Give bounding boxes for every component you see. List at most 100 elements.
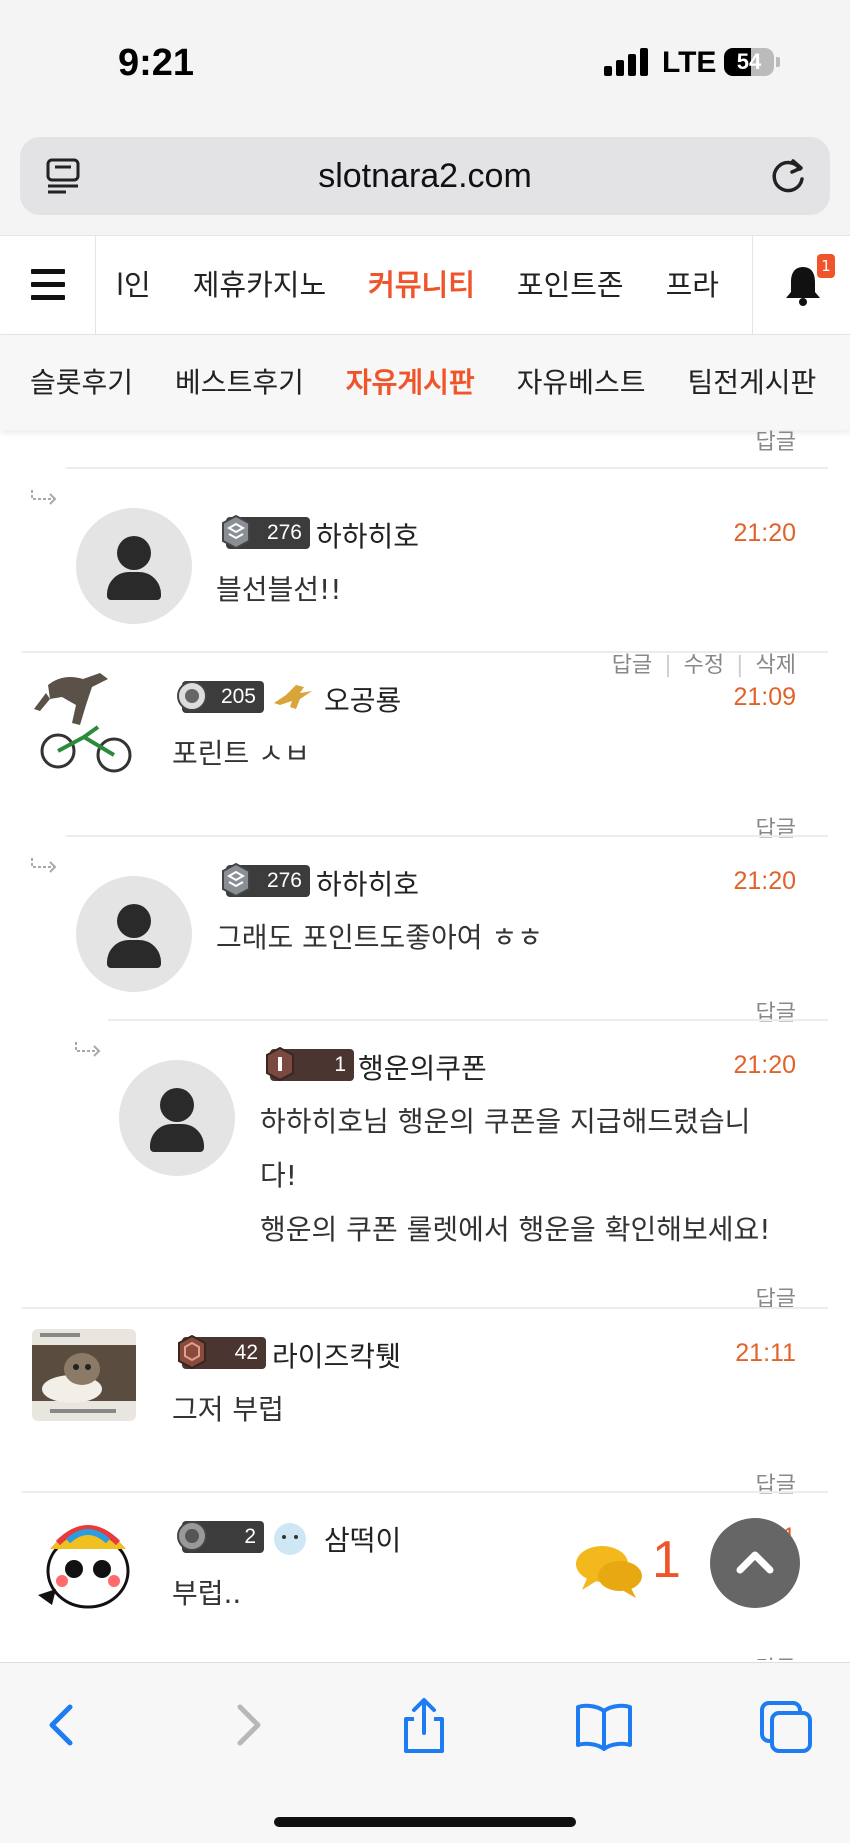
forward-icon[interactable]	[216, 1697, 276, 1753]
nav-item-more[interactable]: 프라	[666, 236, 719, 334]
reply-link[interactable]: 답글	[756, 430, 796, 456]
level-number: 42	[234, 1341, 258, 1364]
back-icon[interactable]	[34, 1697, 94, 1753]
nav-item-partner-casino[interactable]: 제휴카지노	[193, 236, 326, 334]
battery-percent: 54	[736, 49, 762, 74]
cellular-signal-icon	[604, 48, 648, 76]
tabs-icon[interactable]	[756, 1697, 816, 1753]
comment-item: 42 라이즈칵퉷 21:11 그저 부럽 답글	[0, 1307, 850, 1498]
comment-time: 21:20	[733, 519, 796, 547]
comment-text-line: 하하히호님 행운의 쿠폰을 지급해드렸습니	[260, 1105, 751, 1138]
level-number: 276	[266, 521, 302, 544]
subnav-free-board[interactable]: 자유게시판	[346, 335, 475, 430]
reply-arrow-icon	[31, 858, 57, 873]
username[interactable]: 오공룡	[324, 679, 401, 719]
level-number: 1	[334, 1053, 346, 1076]
dinosaur-icon	[274, 685, 312, 709]
username[interactable]: 라이즈칵퉷	[272, 1335, 401, 1375]
comment-time: 21:20	[733, 867, 796, 895]
browser-toolbar	[0, 1662, 850, 1843]
comment-actions: 답글	[756, 1651, 796, 1660]
reload-icon[interactable]	[768, 155, 808, 197]
chevron-up-icon	[736, 1551, 774, 1574]
level-number: 2	[244, 1525, 256, 1548]
username[interactable]: 하하히호	[316, 515, 419, 555]
rainbow-hat-character-avatar[interactable]	[36, 1509, 140, 1615]
comment-time: 21:20	[733, 1051, 796, 1079]
cloud-character-icon	[274, 1523, 306, 1555]
comment-time: 21:11	[735, 1339, 796, 1367]
divider	[22, 1307, 828, 1309]
comment-item: 1 행운의쿠폰 21:20 하하히호님 행운의 쿠폰을 지급해드렸습니 다! 행…	[0, 1019, 850, 1312]
address-bar[interactable]: slotnara2.com	[20, 137, 830, 215]
comment-text: 부럽..	[172, 1577, 242, 1610]
bookmarks-icon[interactable]	[574, 1697, 634, 1753]
comment-time: 21:09	[733, 683, 796, 711]
notification-badge: 1	[817, 254, 835, 278]
sub-nav: 슬롯후기 베스트후기 자유게시판 자유베스트 팀전게시판	[0, 335, 850, 430]
level-badge: 42	[178, 1334, 266, 1370]
home-indicator	[274, 1817, 576, 1827]
level-badge: 276	[222, 862, 310, 898]
cat-photo-avatar[interactable]	[32, 1329, 136, 1421]
level-badge: 276	[222, 514, 310, 550]
comment-text: 그저 부럽	[172, 1393, 284, 1426]
chat-count[interactable]: 1	[652, 1530, 681, 1590]
username[interactable]: 하하히호	[316, 863, 419, 903]
reply-link[interactable]: 답글	[756, 1657, 796, 1660]
divider	[66, 835, 828, 837]
url-text[interactable]: slotnara2.com	[20, 157, 830, 196]
username[interactable]: 행운의쿠폰	[358, 1047, 487, 1087]
nav-item-community[interactable]: 커뮤니티	[368, 236, 475, 334]
level-badge: 2	[177, 1521, 264, 1553]
subnav-best-review[interactable]: 베스트후기	[175, 335, 304, 430]
reply-arrow-icon	[31, 490, 57, 505]
comment-text-line: 다!	[260, 1159, 297, 1192]
level-gem-icon	[222, 862, 250, 898]
avatar[interactable]	[76, 876, 192, 992]
level-gem-icon	[178, 1334, 206, 1370]
comment-list: 답글 276 하하히호 21:20 블선블선!! 답글 | 수정 | 삭제 205	[0, 430, 850, 1660]
nav-item-login[interactable]: l인	[116, 236, 151, 334]
level-gem-icon	[177, 1521, 207, 1551]
comment-text: 블선블선!!	[216, 573, 342, 606]
level-gem-icon	[266, 1046, 294, 1082]
username[interactable]: 삼떡이	[324, 1519, 401, 1559]
comment-text: 포린트 ㅅㅂ	[172, 737, 310, 770]
main-nav: l인 제휴카지노 커뮤니티 포인트존 프라 1	[0, 235, 850, 335]
share-icon[interactable]	[394, 1697, 454, 1753]
comment-text: 그래도 포인트도좋아여 ㅎㅎ	[216, 921, 543, 954]
level-badge: 205	[177, 681, 264, 713]
status-time: 9:21	[118, 42, 195, 84]
nav-item-point-zone[interactable]: 포인트존	[517, 236, 624, 334]
level-gem-icon	[177, 681, 207, 711]
subnav-free-best[interactable]: 자유베스트	[517, 335, 646, 430]
avatar[interactable]	[76, 508, 192, 624]
divider	[66, 467, 828, 469]
reply-arrow-icon	[75, 1042, 101, 1057]
comment-item: 276 하하히호 21:20 블선블선!! 답글 | 수정 | 삭제	[0, 467, 850, 678]
comment-text-line: 행운의 쿠폰 룰렛에서 행운을 확인해보세요!	[260, 1213, 771, 1246]
battery-tip	[776, 57, 780, 67]
chat-bubble-icon[interactable]	[574, 1540, 644, 1600]
notification-button[interactable]: 1	[752, 236, 850, 334]
browser-address-area: slotnara2.com	[0, 125, 850, 235]
dinosaur-bike-avatar[interactable]	[28, 665, 138, 775]
level-number: 276	[266, 869, 302, 892]
battery-icon: 54	[724, 48, 774, 76]
comment-item: 205 오공룡 21:09 포린트 ㅅㅂ 답글	[0, 651, 850, 842]
main-nav-items: l인 제휴카지노 커뮤니티 포인트존 프라	[96, 236, 752, 334]
scroll-to-top-button[interactable]	[710, 1518, 800, 1608]
comment-item: 276 하하히호 21:20 그래도 포인트도좋아여 ㅎㅎ 답글	[0, 835, 850, 1026]
divider	[22, 1491, 828, 1493]
network-type: LTE	[662, 46, 717, 79]
avatar[interactable]	[119, 1060, 235, 1176]
level-gem-icon	[222, 514, 250, 550]
divider	[22, 651, 828, 653]
level-number: 205	[220, 685, 256, 708]
level-badge: 1	[266, 1046, 354, 1082]
subnav-slot-review[interactable]: 슬롯후기	[30, 335, 133, 430]
menu-icon[interactable]	[0, 236, 96, 334]
subnav-team-board[interactable]: 팀전게시판	[687, 335, 816, 430]
status-bar: 9:21 LTE 54	[0, 0, 850, 125]
